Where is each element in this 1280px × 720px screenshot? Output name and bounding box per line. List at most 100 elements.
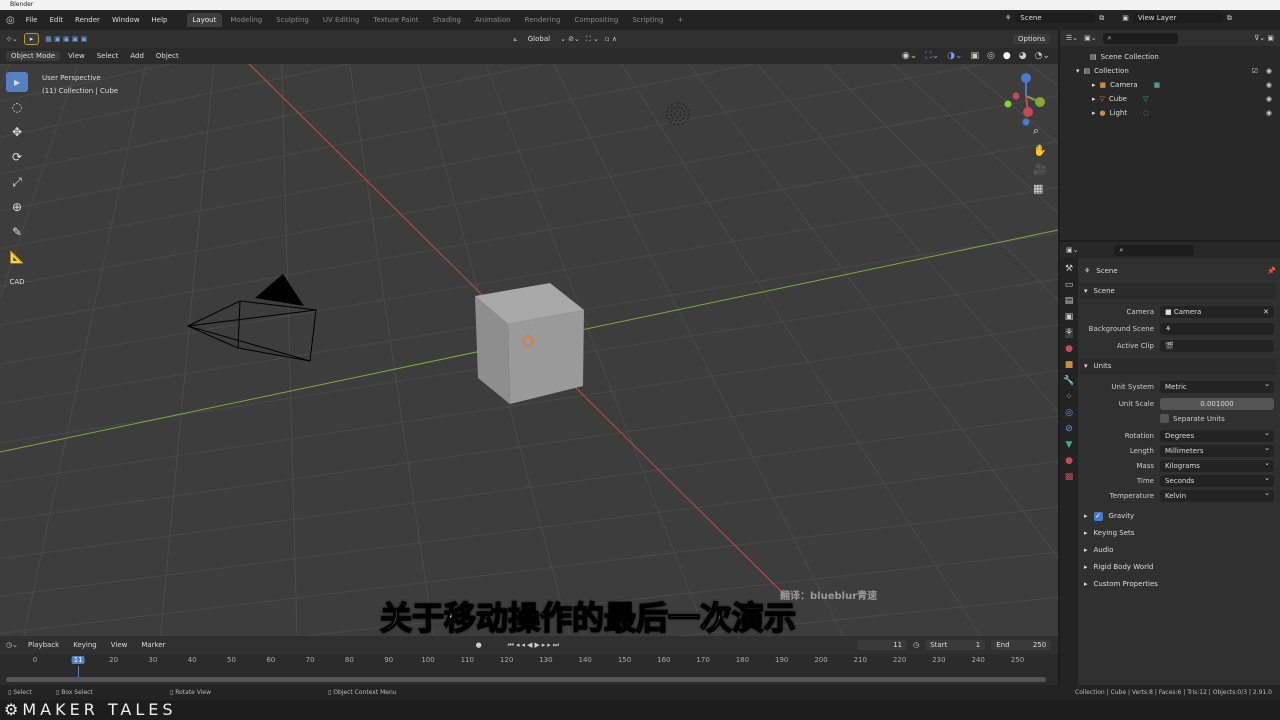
cursor-tool-icon[interactable]: ◌	[6, 97, 28, 117]
object-tab-icon[interactable]: ■	[1065, 360, 1074, 370]
menu-keying[interactable]: Keying	[69, 640, 101, 650]
proportional-edit-icon[interactable]: ▫ ∧	[605, 35, 617, 43]
outliner-scene-collection[interactable]: ▤ Scene Collection	[1060, 50, 1280, 64]
expand-icon[interactable]: ▸	[1092, 109, 1096, 117]
gizmo-icon[interactable]: ⛶⌄	[925, 51, 939, 61]
tab-animation[interactable]: Animation	[469, 13, 517, 27]
material-tab-icon[interactable]: ●	[1065, 456, 1073, 466]
new-view-layer-icon[interactable]: ⧉	[1227, 14, 1232, 23]
pan-hand-icon[interactable]: ✋	[1033, 144, 1047, 157]
expand-icon[interactable]: ▾	[1076, 67, 1080, 75]
background-scene-field[interactable]: ⚘	[1160, 322, 1274, 335]
add-workspace-button[interactable]: +	[671, 13, 689, 27]
shading-wireframe-icon[interactable]: ◎	[987, 51, 995, 61]
panel-custom-properties-header[interactable]: ▸ Custom Properties	[1080, 576, 1276, 592]
menu-render[interactable]: Render	[70, 14, 105, 26]
view-layer-tab-icon[interactable]: ▣	[1065, 312, 1074, 322]
eye-icon[interactable]: ◉	[1266, 109, 1272, 117]
outliner-item-light[interactable]: ▸ ● Light ◌ ◉	[1060, 106, 1280, 120]
overlay-icon[interactable]: ◑⌄	[947, 51, 962, 61]
editor-type-icon[interactable]: ◷⌄	[6, 641, 18, 649]
options-dropdown[interactable]: Options	[1012, 34, 1050, 44]
blender-logo-icon[interactable]: ◎	[6, 15, 15, 26]
render-tab-icon[interactable]: ▭	[1065, 280, 1074, 290]
menu-view[interactable]: View	[107, 640, 132, 650]
active-clip-field[interactable]: 🎬	[1160, 339, 1274, 352]
texture-tab-icon[interactable]: ▩	[1065, 472, 1074, 482]
tab-texture-paint[interactable]: Texture Paint	[367, 13, 424, 27]
expand-icon[interactable]: ▸	[1092, 95, 1096, 103]
selection-mode-icons[interactable]: ▦ ▣ ▣ ▣ ▣	[45, 35, 87, 43]
transform-tool-icon[interactable]: ⊕	[6, 197, 28, 217]
menu-add[interactable]: Add	[126, 51, 148, 61]
tab-layout[interactable]: Layout	[186, 13, 223, 27]
particles-tab-icon[interactable]: ⁘	[1065, 392, 1073, 402]
mass-dropdown[interactable]: Kilograms	[1160, 457, 1274, 472]
time-dropdown[interactable]: Seconds	[1160, 472, 1274, 487]
panel-keying-sets-header[interactable]: ▸ Keying Sets	[1080, 525, 1276, 541]
physics-tab-icon[interactable]: ◎	[1065, 408, 1073, 418]
add-cube-tool-icon[interactable]: CAD	[6, 272, 28, 292]
frame-ruler[interactable]: 0 11 20 30 40 50 60 70 80 90 100 110 120 130 140 150 160…	[0, 656, 1058, 668]
eye-icon[interactable]: ◉	[1266, 81, 1272, 89]
tab-rendering[interactable]: Rendering	[519, 13, 567, 27]
rotation-dropdown[interactable]: Degrees	[1160, 427, 1274, 442]
menu-marker[interactable]: Marker	[137, 640, 169, 650]
menu-file[interactable]: File	[21, 14, 43, 26]
tab-compositing[interactable]: Compositing	[568, 13, 624, 27]
clear-icon[interactable]: ✕	[1263, 306, 1269, 318]
modifier-tab-icon[interactable]: 🔧	[1063, 376, 1074, 386]
shading-material-icon[interactable]: ◕	[1019, 51, 1027, 61]
output-tab-icon[interactable]: ▤	[1065, 296, 1074, 306]
tab-sculpting[interactable]: Sculpting	[270, 13, 315, 27]
separate-units-checkbox[interactable]	[1160, 414, 1169, 423]
stopwatch-icon[interactable]: ◷	[913, 641, 919, 649]
scale-tool-icon[interactable]: ⤢	[6, 172, 28, 192]
rotate-tool-icon[interactable]: ⟳	[6, 147, 28, 167]
length-dropdown[interactable]: Millimeters	[1160, 442, 1274, 457]
measure-tool-icon[interactable]: 📐	[6, 247, 28, 267]
shading-solid-icon[interactable]: ●	[1003, 51, 1011, 61]
3d-viewport[interactable]	[0, 48, 1058, 636]
tab-uv-editing[interactable]: UV Editing	[317, 13, 366, 27]
tool-tab-icon[interactable]: ⚒	[1065, 264, 1073, 274]
ortho-grid-icon[interactable]: ▦	[1033, 182, 1047, 195]
editor-type-icon[interactable]: ▣⌄	[1066, 246, 1078, 254]
panel-scene-header[interactable]: ▾ Scene	[1080, 283, 1276, 299]
menu-view[interactable]: View	[64, 51, 89, 61]
world-tab-icon[interactable]: ●	[1065, 344, 1073, 354]
unit-scale-field[interactable]: 0.001000	[1160, 397, 1274, 410]
menu-window[interactable]: Window	[107, 14, 145, 26]
outliner-item-cube[interactable]: ▸ ▽ Cube ▽ ◉	[1060, 92, 1280, 106]
visibility-icon[interactable]: ◉⌄	[902, 51, 917, 61]
temperature-dropdown[interactable]: Kelvin	[1160, 487, 1274, 502]
zoom-icon[interactable]: ⌕	[1033, 124, 1047, 138]
outliner-search-input[interactable]: ⌕	[1102, 32, 1178, 44]
annotate-tool-icon[interactable]: ✎	[6, 222, 28, 242]
panel-units-header[interactable]: ▾ Units	[1080, 358, 1276, 374]
record-icon[interactable]: ●	[476, 641, 482, 649]
menu-edit[interactable]: Edit	[44, 14, 68, 26]
outliner-item-camera[interactable]: ▸ ■ Camera ■ ◉	[1060, 78, 1280, 92]
eye-icon[interactable]: ◉	[1266, 67, 1272, 75]
properties-search-input[interactable]: ⌕	[1114, 244, 1195, 256]
timeline-scrollbar[interactable]	[6, 677, 1046, 682]
panel-gravity-header[interactable]: ▸ ✓ Gravity	[1080, 508, 1276, 524]
view-layer-selector[interactable]: View Layer	[1132, 13, 1223, 23]
data-tab-icon[interactable]: ▼	[1066, 440, 1073, 450]
editor-type-icon[interactable]: ☰⌄	[1066, 34, 1078, 42]
menu-help[interactable]: Help	[147, 14, 173, 26]
shading-rendered-icon[interactable]: ◔⌄	[1035, 51, 1050, 61]
mode-dropdown[interactable]: Object Mode	[6, 51, 61, 61]
tab-modeling[interactable]: Modeling	[224, 13, 268, 27]
new-scene-icon[interactable]: ⧉	[1099, 14, 1104, 23]
start-frame-field[interactable]: Start 1	[925, 640, 986, 650]
pivot-icon[interactable]: ⌄ ⊘⌄	[560, 35, 580, 43]
scene-selector[interactable]: Scene	[1015, 13, 1096, 23]
panel-rigid-body-world-header[interactable]: ▸ Rigid Body World	[1080, 559, 1276, 575]
playback-controls[interactable]: ⏮◂◂◀▶▸▸⏭	[508, 641, 561, 650]
constraints-tab-icon[interactable]: ⊘	[1065, 424, 1073, 434]
outliner-collection[interactable]: ▾ ▤ Collection ☑ ◉	[1060, 64, 1280, 78]
filter-icon[interactable]: ⊽⌄ ▣	[1254, 34, 1274, 42]
display-mode-icon[interactable]: ▣⌄	[1084, 34, 1096, 42]
